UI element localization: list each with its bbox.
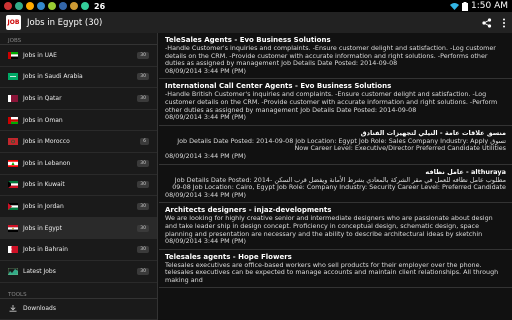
notification-app-icon: [15, 2, 23, 10]
job-description: Telesales executives are office-based wo…: [165, 260, 499, 284]
count-badge: 30: [137, 51, 149, 59]
battery-icon: [462, 1, 468, 11]
sidebar-item-latest-jobs[interactable]: Latest Jobs 30: [0, 261, 157, 283]
sidebar-item-label: Downloads: [23, 305, 56, 313]
morocco-flag-icon: [8, 138, 18, 146]
sidebar-item-label: Latest Jobs: [23, 267, 56, 275]
job-title: TeleSales Agents - Evo Business Solution…: [165, 36, 331, 44]
sidebar-item-label: Jobs in Saudi Arabia: [23, 73, 83, 81]
sidebar-item-jobs-in-saudi-arabia[interactable]: Jobs in Saudi Arabia 30: [0, 67, 157, 89]
jordan-flag-icon: [8, 202, 18, 210]
sidebar-item-label: Jobs in UAE: [23, 51, 57, 59]
job-description: -Handle Customer's inquiries and complai…: [165, 44, 496, 68]
count-badge: 30: [137, 267, 149, 275]
lebanon-flag-icon: [8, 159, 18, 167]
notification-app-icon: [4, 2, 12, 10]
sidebar-item-jobs-in-lebanon[interactable]: Jobs in Lebanon 30: [0, 153, 157, 175]
job-list: TeleSales Agents - Evo Business Solution…: [159, 33, 512, 320]
sidebar-item-label: Jobs in Kuwait: [23, 181, 65, 189]
sidebar-item-label: Jobs in Bahrain: [23, 246, 68, 254]
job-title: International Call Center Agents - Evo B…: [165, 82, 392, 91]
count-badge: 30: [137, 94, 149, 102]
notification-count: 26: [94, 1, 106, 11]
uae-flag-icon: [8, 51, 18, 59]
navigation-drawer: JOBS Jobs in UAE 30 Jobs in Saudi Arabia 30…: [0, 33, 158, 320]
job-list-item[interactable]: Architects designers - injaz-development…: [159, 203, 512, 250]
job-description: -Handle British Customer's inquiries and…: [165, 90, 498, 114]
saudi-flag-icon: [8, 73, 18, 81]
kuwait-flag-icon: [8, 181, 18, 189]
job-date: 08/09/2014 3:44 PM (PM): [165, 190, 247, 199]
sidebar-item-label: Jobs in Morocco: [23, 138, 70, 146]
count-badge: 30: [137, 159, 149, 167]
sidebar-item-label: Jobs in Egypt: [23, 224, 62, 232]
job-title: althuraya - عامل نظافه: [425, 167, 506, 176]
count-badge: 30: [137, 181, 149, 189]
job-list-item[interactable]: منسق علاقات عامة - النيلي لتجهيزات الفنا…: [159, 126, 512, 165]
sidebar-item-label: Jobs in Oman: [23, 116, 63, 124]
bahrain-flag-icon: [8, 246, 18, 254]
app-logo[interactable]: JOB: [6, 15, 21, 30]
job-title: Architects designers - injaz-development…: [165, 206, 332, 215]
job-title: Telesales agents - Hope Flowers: [165, 252, 292, 261]
sidebar-item-label: Jobs in Jordan: [23, 202, 64, 210]
job-description: مطلوب عامل نظافه للعمل في مقر الشركة بال…: [172, 175, 506, 192]
notification-app-icon: [26, 2, 34, 10]
job-date: 08/09/2014 3:44 PM (PM): [165, 237, 247, 246]
share-icon[interactable]: [482, 17, 492, 28]
overflow-menu-icon[interactable]: [502, 18, 506, 28]
sidebar-item-downloads[interactable]: Downloads: [0, 299, 157, 320]
sidebar-item-label: Jobs in Lebanon: [23, 159, 71, 167]
latest-flag-icon: [8, 267, 18, 275]
sidebar-item-jobs-in-morocco[interactable]: Jobs in Morocco 6: [0, 131, 157, 153]
egypt-flag-icon: [8, 224, 18, 232]
sidebar-item-jobs-in-egypt[interactable]: Jobs in Egypt 30: [0, 217, 157, 240]
qatar-flag-icon: [8, 94, 18, 102]
job-title: منسق علاقات عامة - النيلي لتجهيزات الفنا…: [360, 128, 506, 137]
job-date: 08/09/2014 3:44 PM (PM): [165, 113, 247, 122]
notification-app-icon: [81, 2, 89, 10]
notification-app-icon: [48, 2, 56, 10]
job-description: We are looking for highly creative senio…: [165, 214, 493, 238]
jobs-section-header: JOBS: [0, 33, 157, 45]
job-date: 08/09/2014 3:44 PM (PM): [165, 66, 247, 75]
sidebar-item-jobs-in-qatar[interactable]: Jobs in Qatar 30: [0, 88, 157, 110]
app-title: Jobs in Egypt (30): [27, 17, 103, 28]
notification-app-icon: [59, 2, 67, 10]
count-badge: 30: [137, 202, 149, 210]
action-bar: JOB Jobs in Egypt (30): [0, 12, 512, 33]
sidebar-item-jobs-in-bahrain[interactable]: Jobs in Bahrain 30: [0, 239, 157, 261]
count-badge: 6: [140, 138, 149, 146]
tools-section-header: TOOLS: [0, 287, 157, 299]
job-description: تسوق Job Details Date Posted: 2014-09-08…: [177, 136, 506, 153]
count-badge: 30: [137, 224, 149, 232]
count-badge: 30: [137, 246, 149, 254]
count-badge: 30: [137, 73, 149, 81]
sidebar-item-jobs-in-oman[interactable]: Jobs in Oman: [0, 110, 157, 132]
oman-flag-icon: [8, 116, 18, 124]
sidebar-item-jobs-in-kuwait[interactable]: Jobs in Kuwait 30: [0, 175, 157, 197]
status-bar: 26 1:50 AM: [0, 0, 512, 12]
job-list-item[interactable]: althuraya - عامل نظافه مطلوب عامل نظافه ل…: [159, 165, 512, 204]
job-list-item[interactable]: Telesales agents - Hope Flowers Telesales…: [159, 250, 512, 289]
job-list-item[interactable]: TeleSales Agents - Evo Business Solution…: [159, 33, 512, 80]
notification-app-icon: [37, 2, 45, 10]
clock: 1:50 AM: [471, 1, 508, 11]
sidebar-item-label: Jobs in Qatar: [23, 94, 62, 102]
job-date: 08/09/2014 3:44 PM (PM): [165, 151, 247, 160]
sidebar-item-jobs-in-jordan[interactable]: Jobs in Jordan 30: [0, 196, 157, 218]
download-icon: [9, 305, 17, 312]
job-list-item[interactable]: International Call Center Agents - Evo B…: [159, 79, 512, 126]
sidebar-item-jobs-in-uae[interactable]: Jobs in UAE 30: [0, 45, 157, 67]
notification-app-icon: [70, 2, 78, 10]
wifi-icon: [450, 3, 459, 10]
